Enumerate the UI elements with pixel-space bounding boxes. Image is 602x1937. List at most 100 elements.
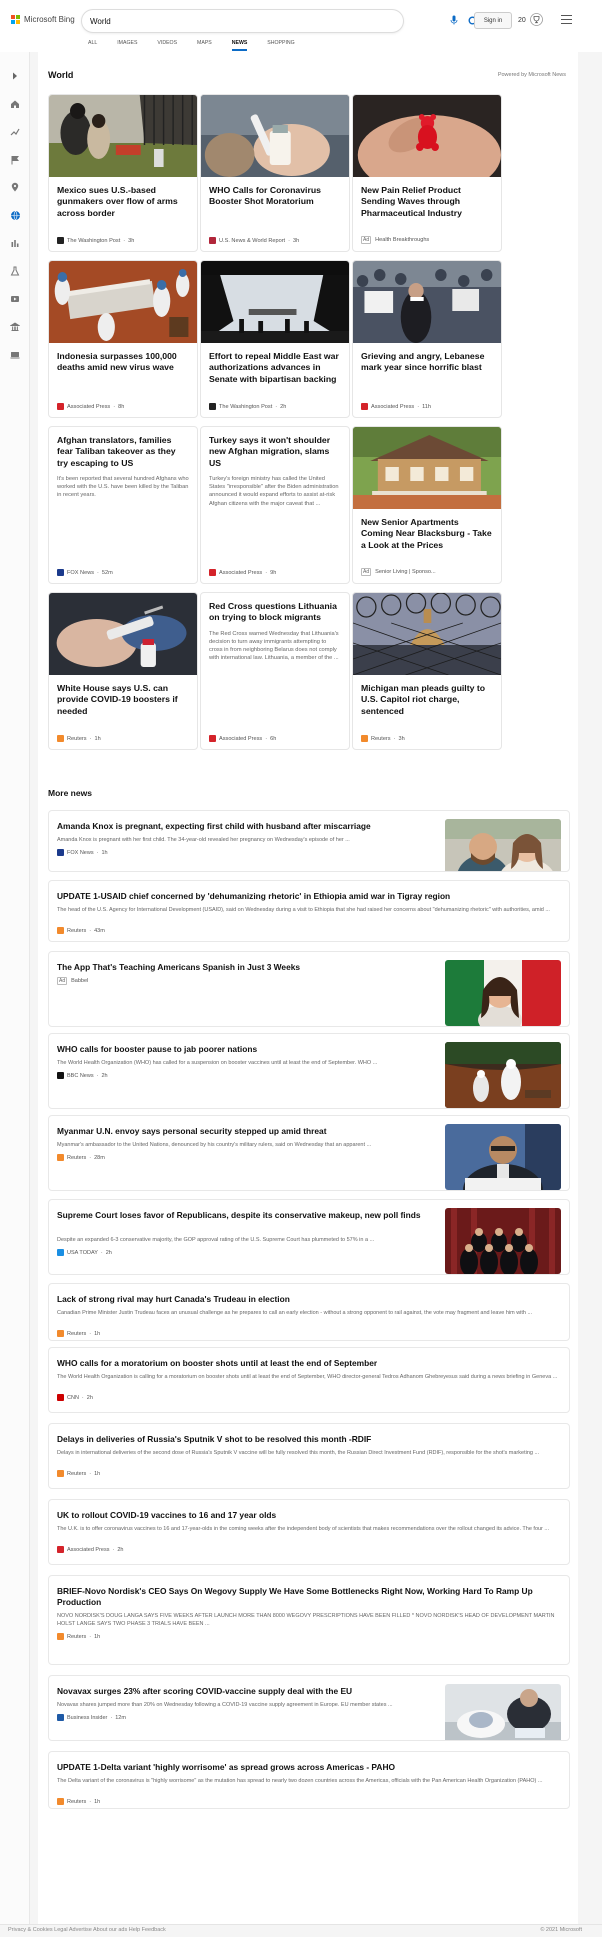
news-card[interactable]: Red Cross questions Lithuania on trying … — [200, 592, 350, 750]
news-card[interactable]: Michigan man pleads guilty to U.S. Capit… — [352, 592, 502, 750]
news-card-title[interactable]: Mexico sues U.S.-based gunmakers over fl… — [49, 177, 197, 219]
news-card-title[interactable]: Turkey says it won't shoulder new Afghan… — [201, 427, 349, 469]
news-card-title[interactable]: New Senior Apartments Coming Near Blacks… — [353, 509, 501, 551]
news-card-title[interactable]: Effort to repeal Middle East war authori… — [201, 343, 349, 385]
publisher-logo-icon — [57, 927, 64, 934]
more-news-title[interactable]: UK to rollout COVID-19 vaccines to 16 an… — [57, 1510, 557, 1521]
news-card-title[interactable]: Indonesia surpasses 100,000 deaths amid … — [49, 343, 197, 374]
news-card-title[interactable]: White House says U.S. can provide COVID-… — [49, 675, 197, 717]
more-news-title[interactable]: UPDATE 1-USAID chief concerned by 'dehum… — [57, 891, 557, 902]
source-name: FOX News — [67, 849, 94, 856]
more-news-thumbnail[interactable] — [445, 1208, 561, 1274]
more-news-thumbnail[interactable] — [445, 819, 561, 871]
more-news-item[interactable]: The App That's Teaching Americans Spanis… — [48, 951, 570, 1027]
business-icon[interactable] — [9, 237, 21, 249]
more-news-item[interactable]: Myanmar U.N. envoy says personal securit… — [48, 1115, 570, 1191]
more-news-title[interactable]: Delays in deliveries of Russia's Sputnik… — [57, 1434, 557, 1445]
source-name: USA TODAY — [67, 1249, 98, 1256]
news-card-thumbnail[interactable] — [353, 593, 501, 676]
news-card-title[interactable]: Grieving and angry, Lebanese mark year s… — [353, 343, 501, 374]
more-news-item[interactable]: UK to rollout COVID-19 vaccines to 16 an… — [48, 1499, 570, 1565]
more-news-item[interactable]: WHO calls for booster pause to jab poore… — [48, 1033, 570, 1109]
tab-maps[interactable]: MAPS — [197, 40, 212, 52]
news-card-title[interactable]: Red Cross questions Lithuania on trying … — [201, 593, 349, 624]
more-news-title[interactable]: Amanda Knox is pregnant, expecting first… — [57, 821, 427, 832]
more-news-title[interactable]: UPDATE 1-Delta variant 'highly worrisome… — [57, 1762, 557, 1773]
news-card[interactable]: Afghan translators, families fear Taliba… — [48, 426, 198, 584]
news-card-source: Associated Press · 11h — [361, 403, 431, 410]
news-card-thumbnail[interactable] — [201, 95, 349, 177]
news-card-title[interactable]: Afghan translators, families fear Taliba… — [49, 427, 197, 469]
flag-icon[interactable] — [9, 154, 21, 166]
news-card[interactable]: Effort to repeal Middle East war authori… — [200, 260, 350, 418]
more-news-item[interactable]: Novavax surges 23% after scoring COVID-v… — [48, 1675, 570, 1741]
more-news-thumbnail[interactable] — [445, 1684, 561, 1740]
source-name: Associated Press — [371, 403, 415, 410]
news-card-thumbnail[interactable] — [49, 593, 197, 675]
microphone-icon[interactable] — [450, 15, 458, 28]
home-icon[interactable] — [9, 98, 21, 110]
news-card-title[interactable]: WHO Calls for Coronavirus Booster Shot M… — [201, 177, 349, 208]
search-input[interactable] — [90, 13, 360, 29]
location-icon[interactable] — [9, 181, 21, 193]
news-card[interactable]: Indonesia surpasses 100,000 deaths amid … — [48, 260, 198, 418]
science-icon[interactable] — [9, 265, 21, 277]
more-news-item[interactable]: Delays in deliveries of Russia's Sputnik… — [48, 1423, 570, 1489]
separator: · — [89, 1470, 92, 1477]
more-news-item[interactable]: BRIEF-Novo Nordisk's CEO Says On Wegovy … — [48, 1575, 570, 1665]
timestamp: 52m — [101, 569, 113, 576]
entertainment-icon[interactable] — [9, 293, 21, 305]
more-news-thumbnail[interactable] — [445, 1042, 561, 1108]
news-card-thumbnail[interactable] — [201, 261, 349, 343]
news-card-title[interactable]: New Pain Relief Product Sending Waves th… — [353, 177, 501, 219]
more-news-item[interactable]: WHO calls for a moratorium on booster sh… — [48, 1347, 570, 1413]
more-news-thumbnail[interactable] — [445, 960, 561, 1026]
sign-in-button[interactable]: Sign in — [474, 12, 512, 29]
ad-badge: Ad — [57, 977, 68, 985]
news-card-thumbnail[interactable] — [353, 427, 501, 509]
tab-news[interactable]: NEWS — [231, 40, 247, 52]
footer-links[interactable]: Privacy & Cookies Legal Advertise About … — [8, 1927, 166, 1933]
more-news-title[interactable]: The App That's Teaching Americans Spanis… — [57, 962, 427, 973]
hamburger-menu-icon[interactable] — [561, 15, 572, 26]
globe-icon[interactable] — [9, 209, 21, 221]
more-news-title[interactable]: Supreme Court loses favor of Republicans… — [57, 1210, 427, 1221]
news-card[interactable]: Grieving and angry, Lebanese mark year s… — [352, 260, 502, 418]
more-news-item[interactable]: Supreme Court loses favor of Republicans… — [48, 1199, 570, 1275]
more-news-item[interactable]: UPDATE 1-Delta variant 'highly worrisome… — [48, 1751, 570, 1809]
tab-all[interactable]: ALL — [88, 40, 97, 52]
more-news-title[interactable]: Myanmar U.N. envoy says personal securit… — [57, 1126, 427, 1137]
trending-icon[interactable] — [9, 126, 21, 138]
news-card-thumbnail[interactable] — [49, 95, 197, 177]
bing-logo[interactable]: Microsoft Bing — [11, 15, 75, 24]
rewards-trophy-icon — [529, 13, 543, 28]
politics-icon[interactable] — [9, 321, 21, 333]
news-card-thumbnail[interactable] — [49, 261, 197, 343]
more-news-item[interactable]: Lack of strong rival may hurt Canada's T… — [48, 1283, 570, 1341]
tab-images[interactable]: IMAGES — [117, 40, 137, 52]
source-name: Reuters — [371, 735, 391, 742]
more-news-item[interactable]: Amanda Knox is pregnant, expecting first… — [48, 810, 570, 872]
news-card[interactable]: New Senior Apartments Coming Near Blacks… — [352, 426, 502, 584]
more-news-item[interactable]: UPDATE 1-USAID chief concerned by 'dehum… — [48, 880, 570, 942]
tab-shopping[interactable]: SHOPPING — [267, 40, 294, 52]
news-card[interactable]: Mexico sues U.S.-based gunmakers over fl… — [48, 94, 198, 252]
more-news-title[interactable]: WHO calls for a moratorium on booster sh… — [57, 1358, 557, 1369]
chevron-right-icon[interactable] — [9, 70, 21, 82]
news-card-thumbnail[interactable] — [353, 261, 501, 343]
more-news-title[interactable]: WHO calls for booster pause to jab poore… — [57, 1044, 427, 1055]
news-card[interactable]: White House says U.S. can provide COVID-… — [48, 592, 198, 750]
source-name: The Washington Post — [219, 403, 273, 410]
news-card-thumbnail[interactable] — [353, 95, 501, 195]
news-card[interactable]: WHO Calls for Coronavirus Booster Shot M… — [200, 94, 350, 252]
more-news-title[interactable]: BRIEF-Novo Nordisk's CEO Says On Wegovy … — [57, 1586, 557, 1608]
tab-videos[interactable]: VIDEOS — [157, 40, 177, 52]
news-card[interactable]: Turkey says it won't shoulder new Afghan… — [200, 426, 350, 584]
more-news-thumbnail[interactable] — [445, 1124, 561, 1190]
more-news-title[interactable]: Lack of strong rival may hurt Canada's T… — [57, 1294, 557, 1305]
news-card[interactable]: New Pain Relief Product Sending Waves th… — [352, 94, 502, 252]
tech-icon[interactable] — [9, 349, 21, 361]
news-card-title[interactable]: Michigan man pleads guilty to U.S. Capit… — [353, 675, 501, 717]
more-news-title[interactable]: Novavax surges 23% after scoring COVID-v… — [57, 1686, 427, 1697]
rewards-button[interactable]: 20 — [518, 13, 543, 28]
